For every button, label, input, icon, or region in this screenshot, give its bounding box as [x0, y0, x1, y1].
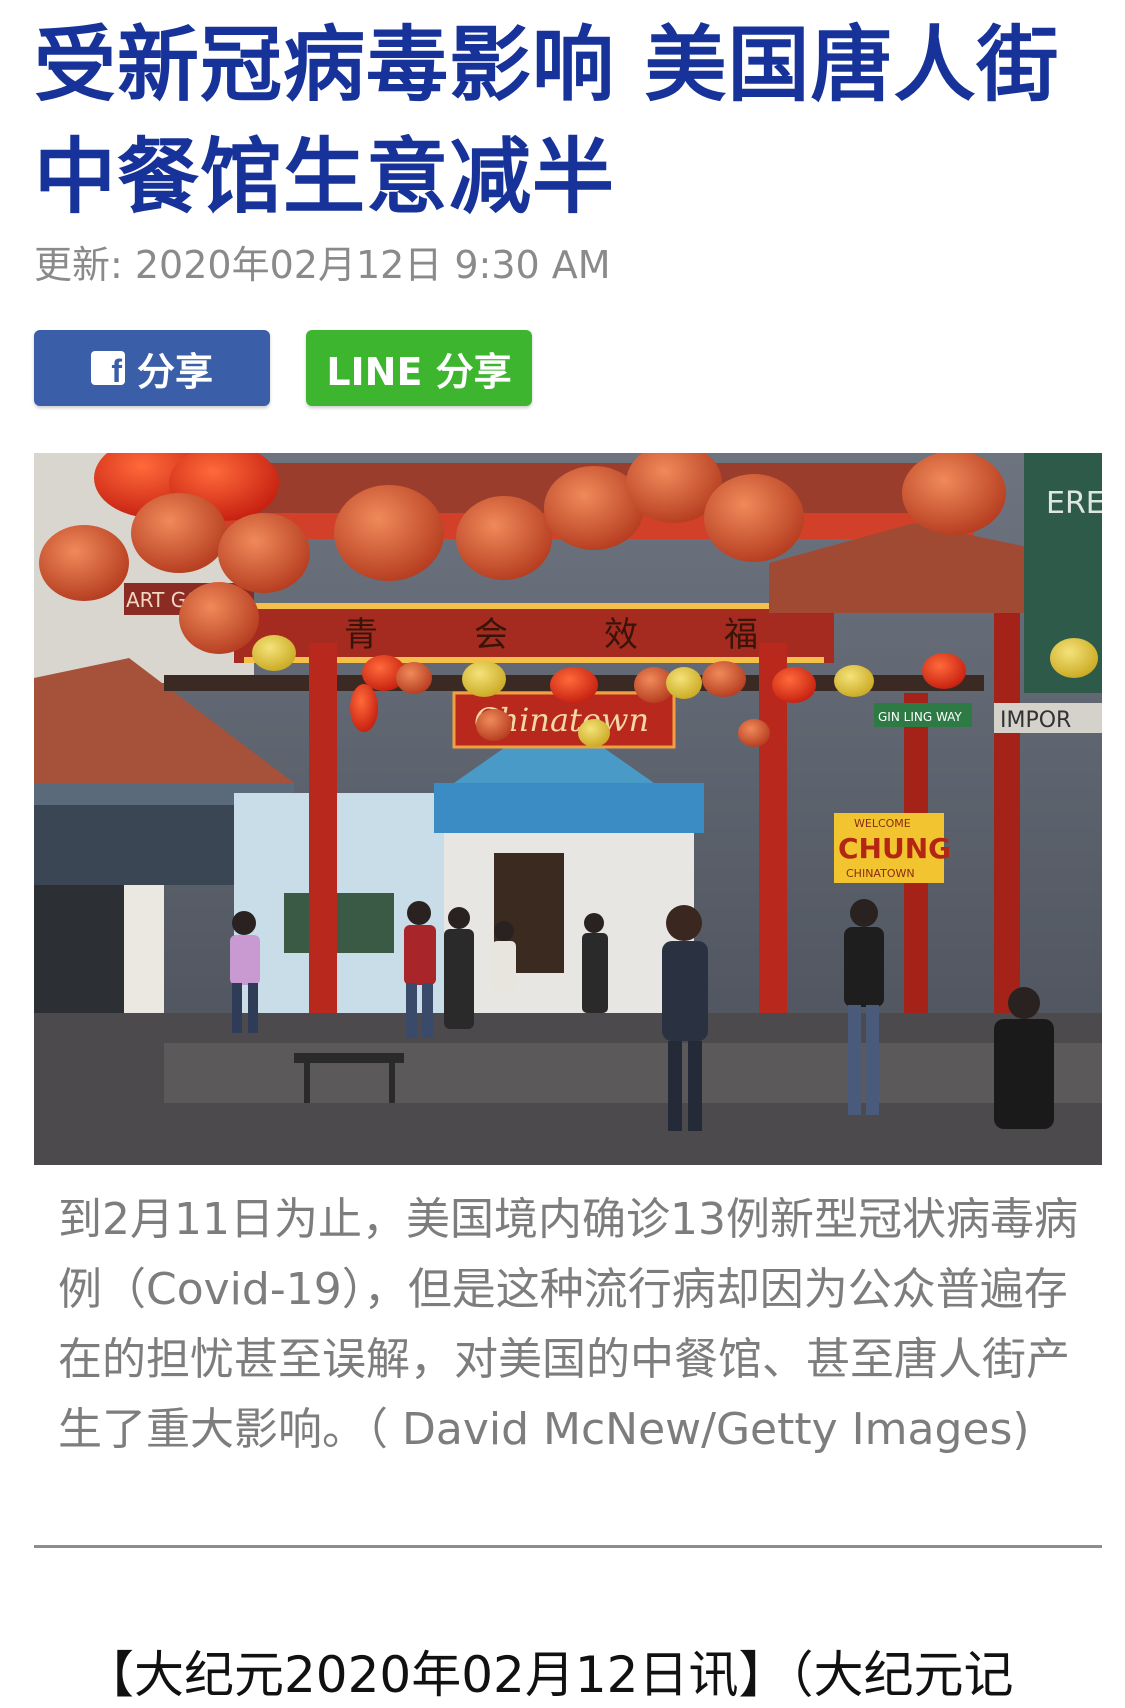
facebook-icon: f [90, 351, 125, 385]
article-lead: 【大纪元2020年02月12日讯】（大纪元记 [84, 1646, 1014, 1704]
side-letters: ERE [1046, 486, 1102, 521]
gate-char-1: 青 [344, 615, 378, 655]
banner-sub: CHINATOWN [846, 867, 915, 880]
right-sign: IMPOR [1000, 708, 1071, 733]
article-photo: ART GOODS 青 会 效 福 Chinatown [34, 453, 1102, 1165]
update-timestamp: 更新: 2020年02月12日 9:30 AM [34, 243, 611, 287]
gate-char-3: 效 [604, 615, 638, 655]
banner-small: WELCOME [854, 817, 911, 830]
line-share-button[interactable]: LINE 分享 [306, 330, 532, 406]
street-sign: GIN LING WAY [878, 710, 962, 724]
facebook-share-button[interactable]: f 分享 [34, 330, 270, 406]
chinatown-photo-illustration: ART GOODS 青 会 效 福 Chinatown [34, 453, 1102, 1165]
line-share-label: LINE 分享 [326, 349, 512, 394]
caption-divider [34, 1545, 1102, 1548]
gate-char-2: 会 [474, 615, 508, 655]
banner-text: CHUNG [838, 832, 951, 865]
article-title: 受新冠病毒影响 美国唐人街中餐馆生意减半 [34, 18, 1060, 225]
gate-char-4: 福 [724, 615, 758, 655]
photo-caption: 到2月11日为止，美国境内确诊13例新型冠状病毒病例（Covid-19），但是这… [58, 1194, 1078, 1455]
facebook-share-label: 分享 [136, 349, 213, 394]
